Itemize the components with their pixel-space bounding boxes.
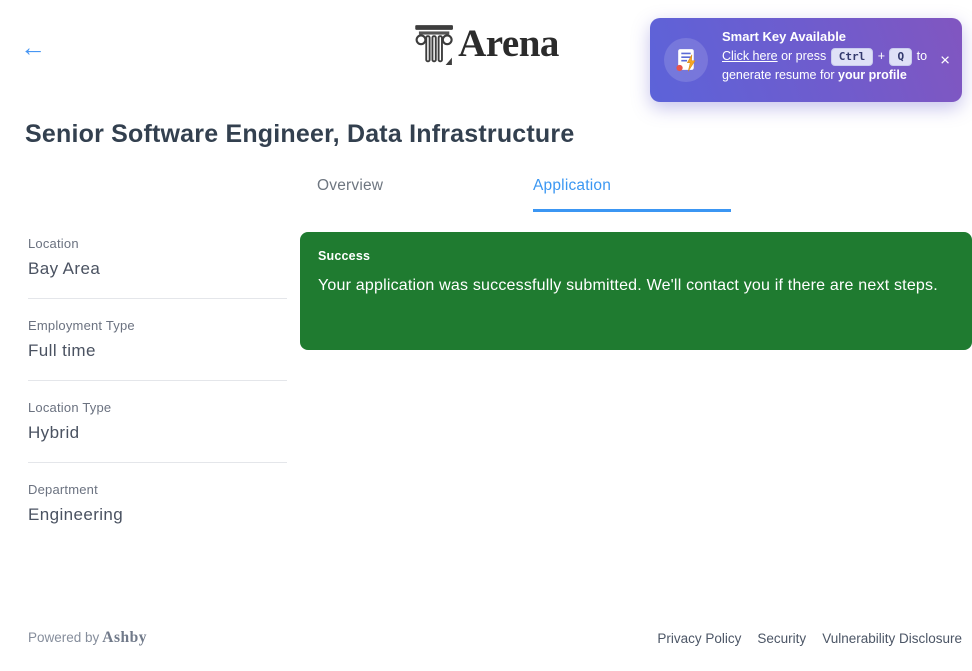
ctrl-key-badge: Ctrl — [830, 47, 874, 66]
plus-sign: + — [877, 49, 885, 63]
detail-employment-type: Employment Type Full time — [28, 318, 287, 361]
detail-value: Engineering — [28, 505, 124, 524]
detail-label: Employment Type — [28, 318, 135, 333]
detail-value: Hybrid — [28, 423, 80, 442]
detail-value: Bay Area — [28, 259, 101, 278]
job-application-page: ← Arena Smart Key Available Click here o… — [0, 0, 972, 671]
job-details-sidebar: Location Bay Area Employment Type Full t… — [28, 236, 287, 525]
q-key-badge: Q — [889, 47, 913, 66]
generate-text: generate resume for — [722, 68, 835, 82]
detail-department: Department Engineering — [28, 482, 287, 525]
detail-location: Location Bay Area — [28, 236, 287, 279]
powered-by-ashby[interactable]: Powered by Ashby — [28, 629, 147, 647]
click-here-link[interactable]: Click here — [722, 49, 778, 63]
detail-label: Location — [28, 236, 79, 251]
logo-wordmark: Arena — [458, 22, 559, 65]
link-security[interactable]: Security — [757, 631, 806, 646]
toast-title: Smart Key Available — [722, 29, 847, 44]
ashby-wordmark: Ashby — [102, 629, 148, 646]
resume-lightning-icon — [664, 38, 708, 82]
tab-application[interactable]: Application — [533, 177, 731, 212]
back-arrow-icon: ← — [20, 32, 46, 62]
link-privacy-policy[interactable]: Privacy Policy — [657, 631, 741, 646]
your-profile-text: your profile — [838, 68, 907, 82]
footer: Powered by Ashby Privacy Policy Security … — [0, 626, 972, 650]
detail-label: Department — [28, 482, 98, 497]
divider — [28, 380, 287, 381]
divider — [28, 462, 287, 463]
divider — [28, 298, 287, 299]
detail-value: Full time — [28, 341, 96, 360]
tab-overview[interactable]: Overview — [317, 177, 515, 212]
close-icon: × — [940, 50, 950, 70]
toast-message: Click here or press Ctrl + Q to generate… — [722, 47, 936, 85]
page-title: Senior Software Engineer, Data Infrastru… — [25, 120, 575, 148]
column-capital-icon — [413, 22, 455, 66]
tab-bar: Overview Application — [317, 177, 731, 212]
banner-title: Success — [318, 249, 371, 263]
detail-location-type: Location Type Hybrid — [28, 400, 287, 443]
footer-links: Privacy Policy Security Vulnerability Di… — [657, 631, 962, 646]
toast-content: Smart Key Available Click here or press … — [722, 29, 936, 85]
press-text: or press — [781, 49, 827, 63]
link-vulnerability-disclosure[interactable]: Vulnerability Disclosure — [822, 631, 962, 646]
powered-by-text: Powered by — [28, 630, 100, 645]
detail-label: Location Type — [28, 400, 112, 415]
back-button[interactable]: ← — [20, 34, 46, 60]
toast-close-button[interactable]: × — [940, 52, 950, 69]
smart-key-toast: Smart Key Available Click here or press … — [650, 18, 962, 102]
banner-message: Your application was successfully submit… — [318, 277, 938, 294]
success-banner: Success Your application was successfull… — [300, 232, 972, 350]
arena-logo: Arena — [413, 22, 559, 66]
to-text: to — [916, 49, 928, 63]
